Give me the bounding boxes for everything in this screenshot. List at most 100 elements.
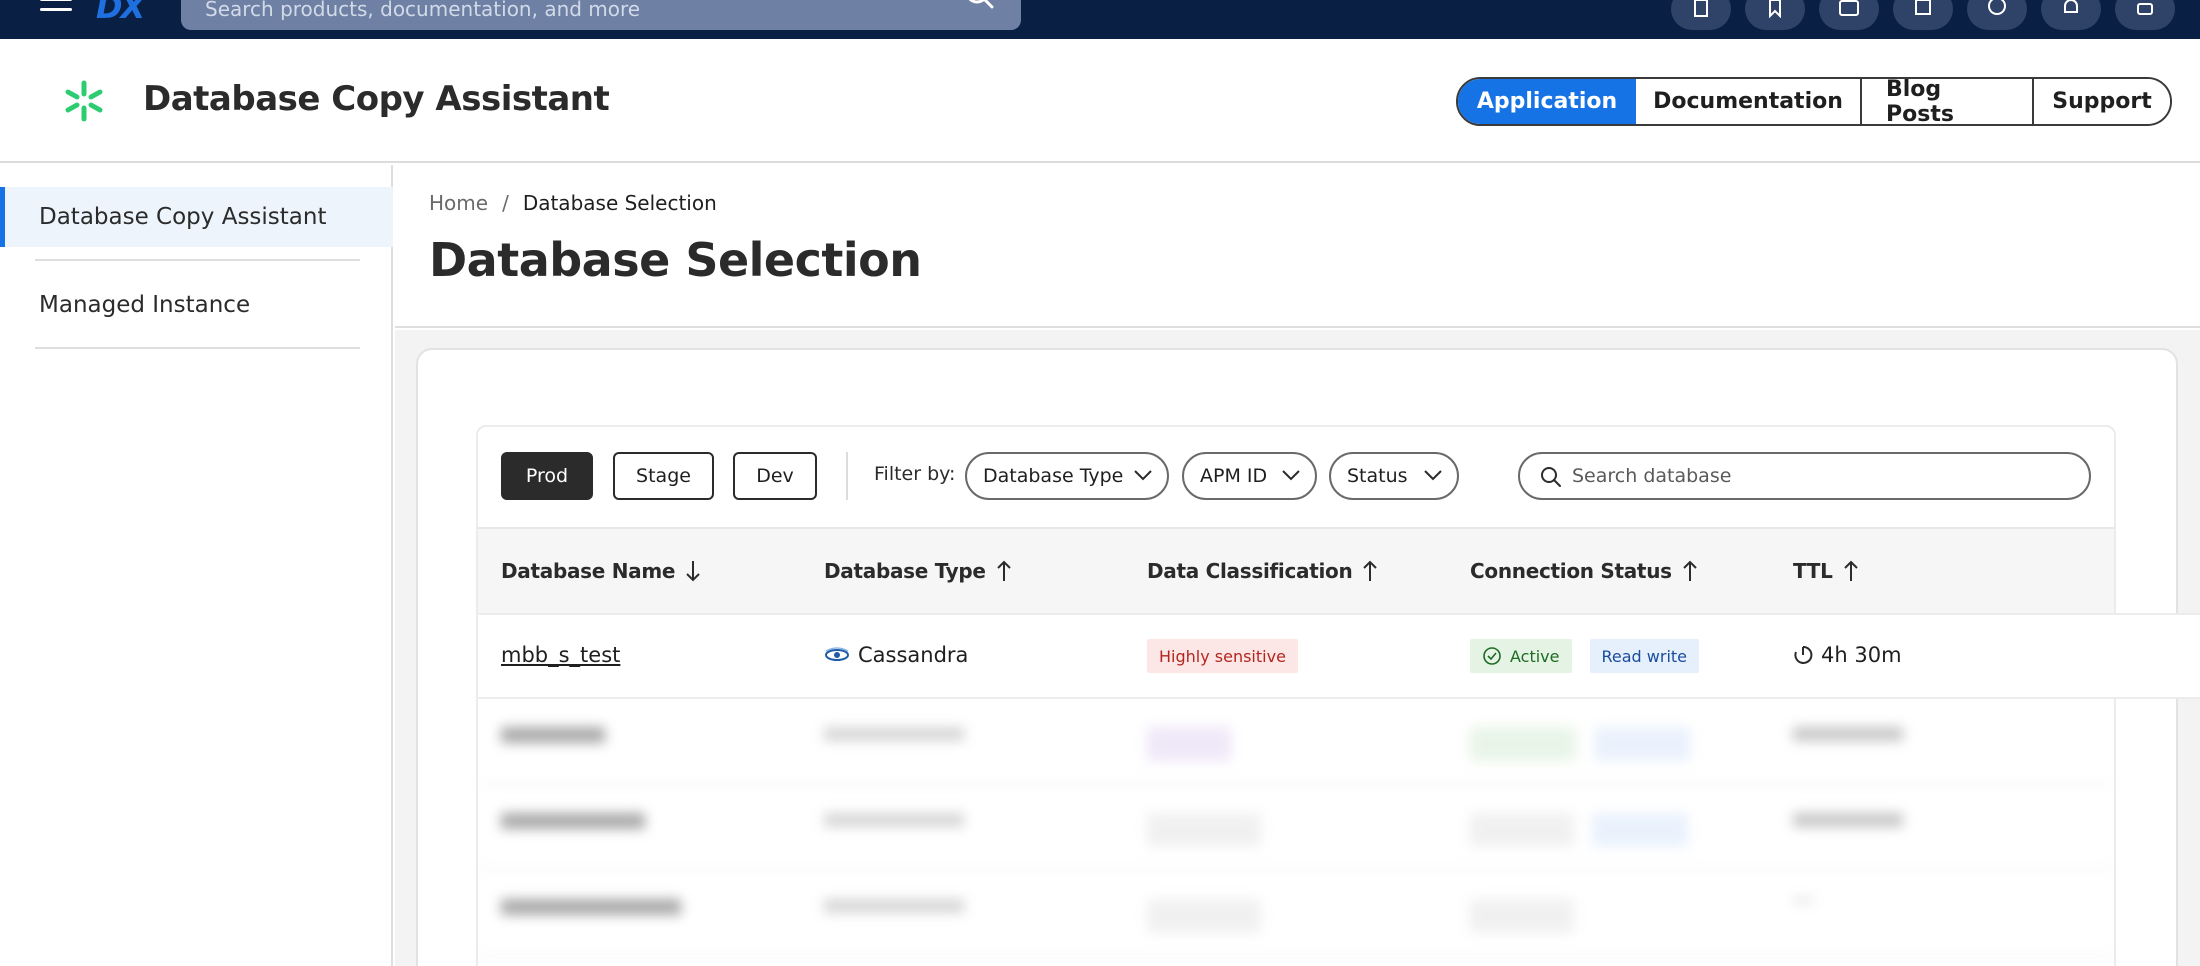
sidebar: Database Copy Assistant Managed Instance bbox=[0, 165, 393, 966]
data-classification-cell: Highly sensitive bbox=[1147, 639, 1298, 673]
column-header-ttl[interactable]: TTL bbox=[1793, 559, 1859, 583]
sidebar-item-database-copy-assistant[interactable]: Database Copy Assistant bbox=[0, 187, 393, 247]
sort-ascending-icon bbox=[1683, 560, 1697, 581]
table-row-blurred bbox=[478, 699, 2114, 785]
env-dev-button[interactable]: Dev bbox=[733, 452, 817, 500]
database-type-cell: Cassandra bbox=[824, 643, 968, 667]
env-prod-button[interactable]: Prod bbox=[501, 452, 593, 500]
blurred-cell bbox=[1793, 727, 1903, 741]
bookmark-icon[interactable] bbox=[1745, 0, 1805, 30]
filter-database-type-dropdown[interactable]: Database Type bbox=[965, 452, 1169, 500]
ttl-cell: 4h 30m bbox=[1793, 643, 1902, 667]
sort-ascending-icon bbox=[996, 560, 1011, 581]
connection-status-cell: Active Read write bbox=[1470, 639, 1700, 673]
access-badge: Read write bbox=[1589, 639, 1700, 673]
column-header-label: TTL bbox=[1793, 559, 1833, 583]
breadcrumb-current: Database Selection bbox=[522, 191, 717, 215]
sidebar-divider bbox=[35, 259, 360, 261]
toolbar-divider bbox=[846, 452, 848, 500]
chevron-down-icon bbox=[1424, 470, 1442, 481]
database-name-link[interactable]: mbb_s_test bbox=[501, 643, 620, 667]
filter-dropdown-label: Database Type bbox=[983, 465, 1124, 487]
filter-apm-id-dropdown[interactable]: APM ID bbox=[1182, 452, 1317, 500]
column-header-label: Database Type bbox=[824, 559, 986, 583]
blurred-cell bbox=[824, 813, 964, 827]
column-header-label: Connection Status bbox=[1470, 559, 1672, 583]
classification-badge: Highly sensitive bbox=[1147, 639, 1298, 673]
sort-ascending-icon bbox=[1363, 560, 1378, 581]
blurred-cell bbox=[824, 899, 964, 913]
topbar-icon-group bbox=[1671, 0, 2175, 30]
timer-icon bbox=[1794, 645, 1813, 664]
sidebar-divider bbox=[35, 347, 360, 349]
user-icon[interactable] bbox=[2115, 0, 2175, 30]
search-icon[interactable] bbox=[963, 0, 997, 16]
blurred-cell bbox=[1470, 813, 1688, 847]
certificate-icon[interactable] bbox=[1893, 0, 1953, 30]
column-header-label: Data Classification bbox=[1147, 559, 1353, 583]
status-badge-label: Active bbox=[1510, 646, 1560, 666]
blurred-cell bbox=[501, 899, 681, 915]
breadcrumb-home-link[interactable]: Home bbox=[429, 191, 488, 215]
page-header: Home / Database Selection Database Selec… bbox=[395, 165, 2200, 328]
header-nav-tabs: Application Documentation Blog Posts Sup… bbox=[1456, 77, 2172, 126]
app-logo-icon[interactable] bbox=[62, 79, 106, 123]
filter-status-dropdown[interactable]: Status bbox=[1329, 452, 1459, 500]
column-header-label: Database Name bbox=[501, 559, 676, 583]
sidebar-item-label: Database Copy Assistant bbox=[39, 204, 327, 230]
table-toolbar: Prod Stage Dev Filter by: Database Type … bbox=[478, 427, 2114, 527]
tab-support[interactable]: Support bbox=[2034, 79, 2170, 124]
sidebar-item-managed-instance[interactable]: Managed Instance bbox=[0, 275, 393, 335]
blurred-cell bbox=[1147, 727, 1231, 761]
bell-icon[interactable] bbox=[2041, 0, 2101, 30]
tab-application[interactable]: Application bbox=[1458, 79, 1636, 124]
breadcrumb-separator: / bbox=[502, 191, 509, 215]
blurred-cell bbox=[501, 727, 605, 743]
breadcrumb: Home / Database Selection bbox=[429, 191, 717, 215]
filter-dropdown-label: Status bbox=[1347, 465, 1408, 487]
app-title: Database Copy Assistant bbox=[143, 79, 610, 119]
sidebar-item-label: Managed Instance bbox=[39, 292, 251, 318]
column-header-connection-status[interactable]: Connection Status bbox=[1470, 559, 1698, 583]
database-table-panel: Prod Stage Dev Filter by: Database Type … bbox=[476, 425, 2200, 966]
help-icon[interactable] bbox=[1967, 0, 2027, 30]
column-header-database-type[interactable]: Database Type bbox=[824, 559, 1012, 583]
table-row-blurred bbox=[478, 785, 2114, 871]
table-row[interactable]: mbb_s_test Cassandra Highly sensitive Ac… bbox=[478, 613, 2200, 699]
env-stage-button[interactable]: Stage bbox=[613, 452, 714, 500]
global-search-box[interactable] bbox=[181, 0, 1021, 30]
column-header-data-classification[interactable]: Data Classification bbox=[1147, 559, 1378, 583]
status-badge: Active bbox=[1470, 639, 1572, 673]
table-row-blurred bbox=[478, 871, 2114, 957]
global-search-input[interactable] bbox=[205, 0, 925, 20]
app-header: Database Copy Assistant Application Docu… bbox=[0, 39, 2200, 163]
blurred-cell bbox=[1147, 899, 1261, 933]
blurred-cell bbox=[1470, 899, 1574, 933]
chevron-down-icon bbox=[1282, 470, 1300, 481]
page-title: Database Selection bbox=[429, 233, 922, 287]
building-icon[interactable] bbox=[1671, 0, 1731, 30]
check-circle-icon bbox=[1483, 647, 1501, 665]
database-search-box[interactable] bbox=[1518, 452, 2091, 500]
tab-documentation[interactable]: Documentation bbox=[1636, 79, 1862, 124]
search-icon bbox=[1541, 467, 1561, 487]
tab-blog-posts[interactable]: Blog Posts bbox=[1862, 79, 2034, 124]
global-topbar: DX bbox=[0, 0, 2200, 39]
filter-label: Filter by: bbox=[874, 463, 956, 485]
column-header-database-name[interactable]: Database Name bbox=[501, 559, 701, 583]
database-search-input[interactable] bbox=[1572, 464, 2072, 488]
blurred-cell bbox=[1793, 899, 1813, 902]
chevron-down-icon bbox=[1134, 470, 1152, 481]
blurred-cell bbox=[1793, 813, 1903, 827]
filter-dropdown-label: APM ID bbox=[1200, 465, 1268, 487]
blurred-cell bbox=[1470, 727, 1690, 761]
table-header-row: Database Name Database Type Data Classif… bbox=[478, 527, 2114, 613]
blurred-cell bbox=[501, 813, 645, 829]
ttl-value: 4h 30m bbox=[1821, 643, 1902, 667]
cassandra-eye-icon bbox=[825, 647, 849, 661]
id-card-icon[interactable] bbox=[1819, 0, 1879, 30]
sort-descending-icon bbox=[686, 561, 700, 582]
brand-logo[interactable]: DX bbox=[96, 0, 145, 26]
blurred-cell bbox=[824, 727, 964, 741]
hamburger-menu-icon[interactable] bbox=[40, 0, 72, 18]
